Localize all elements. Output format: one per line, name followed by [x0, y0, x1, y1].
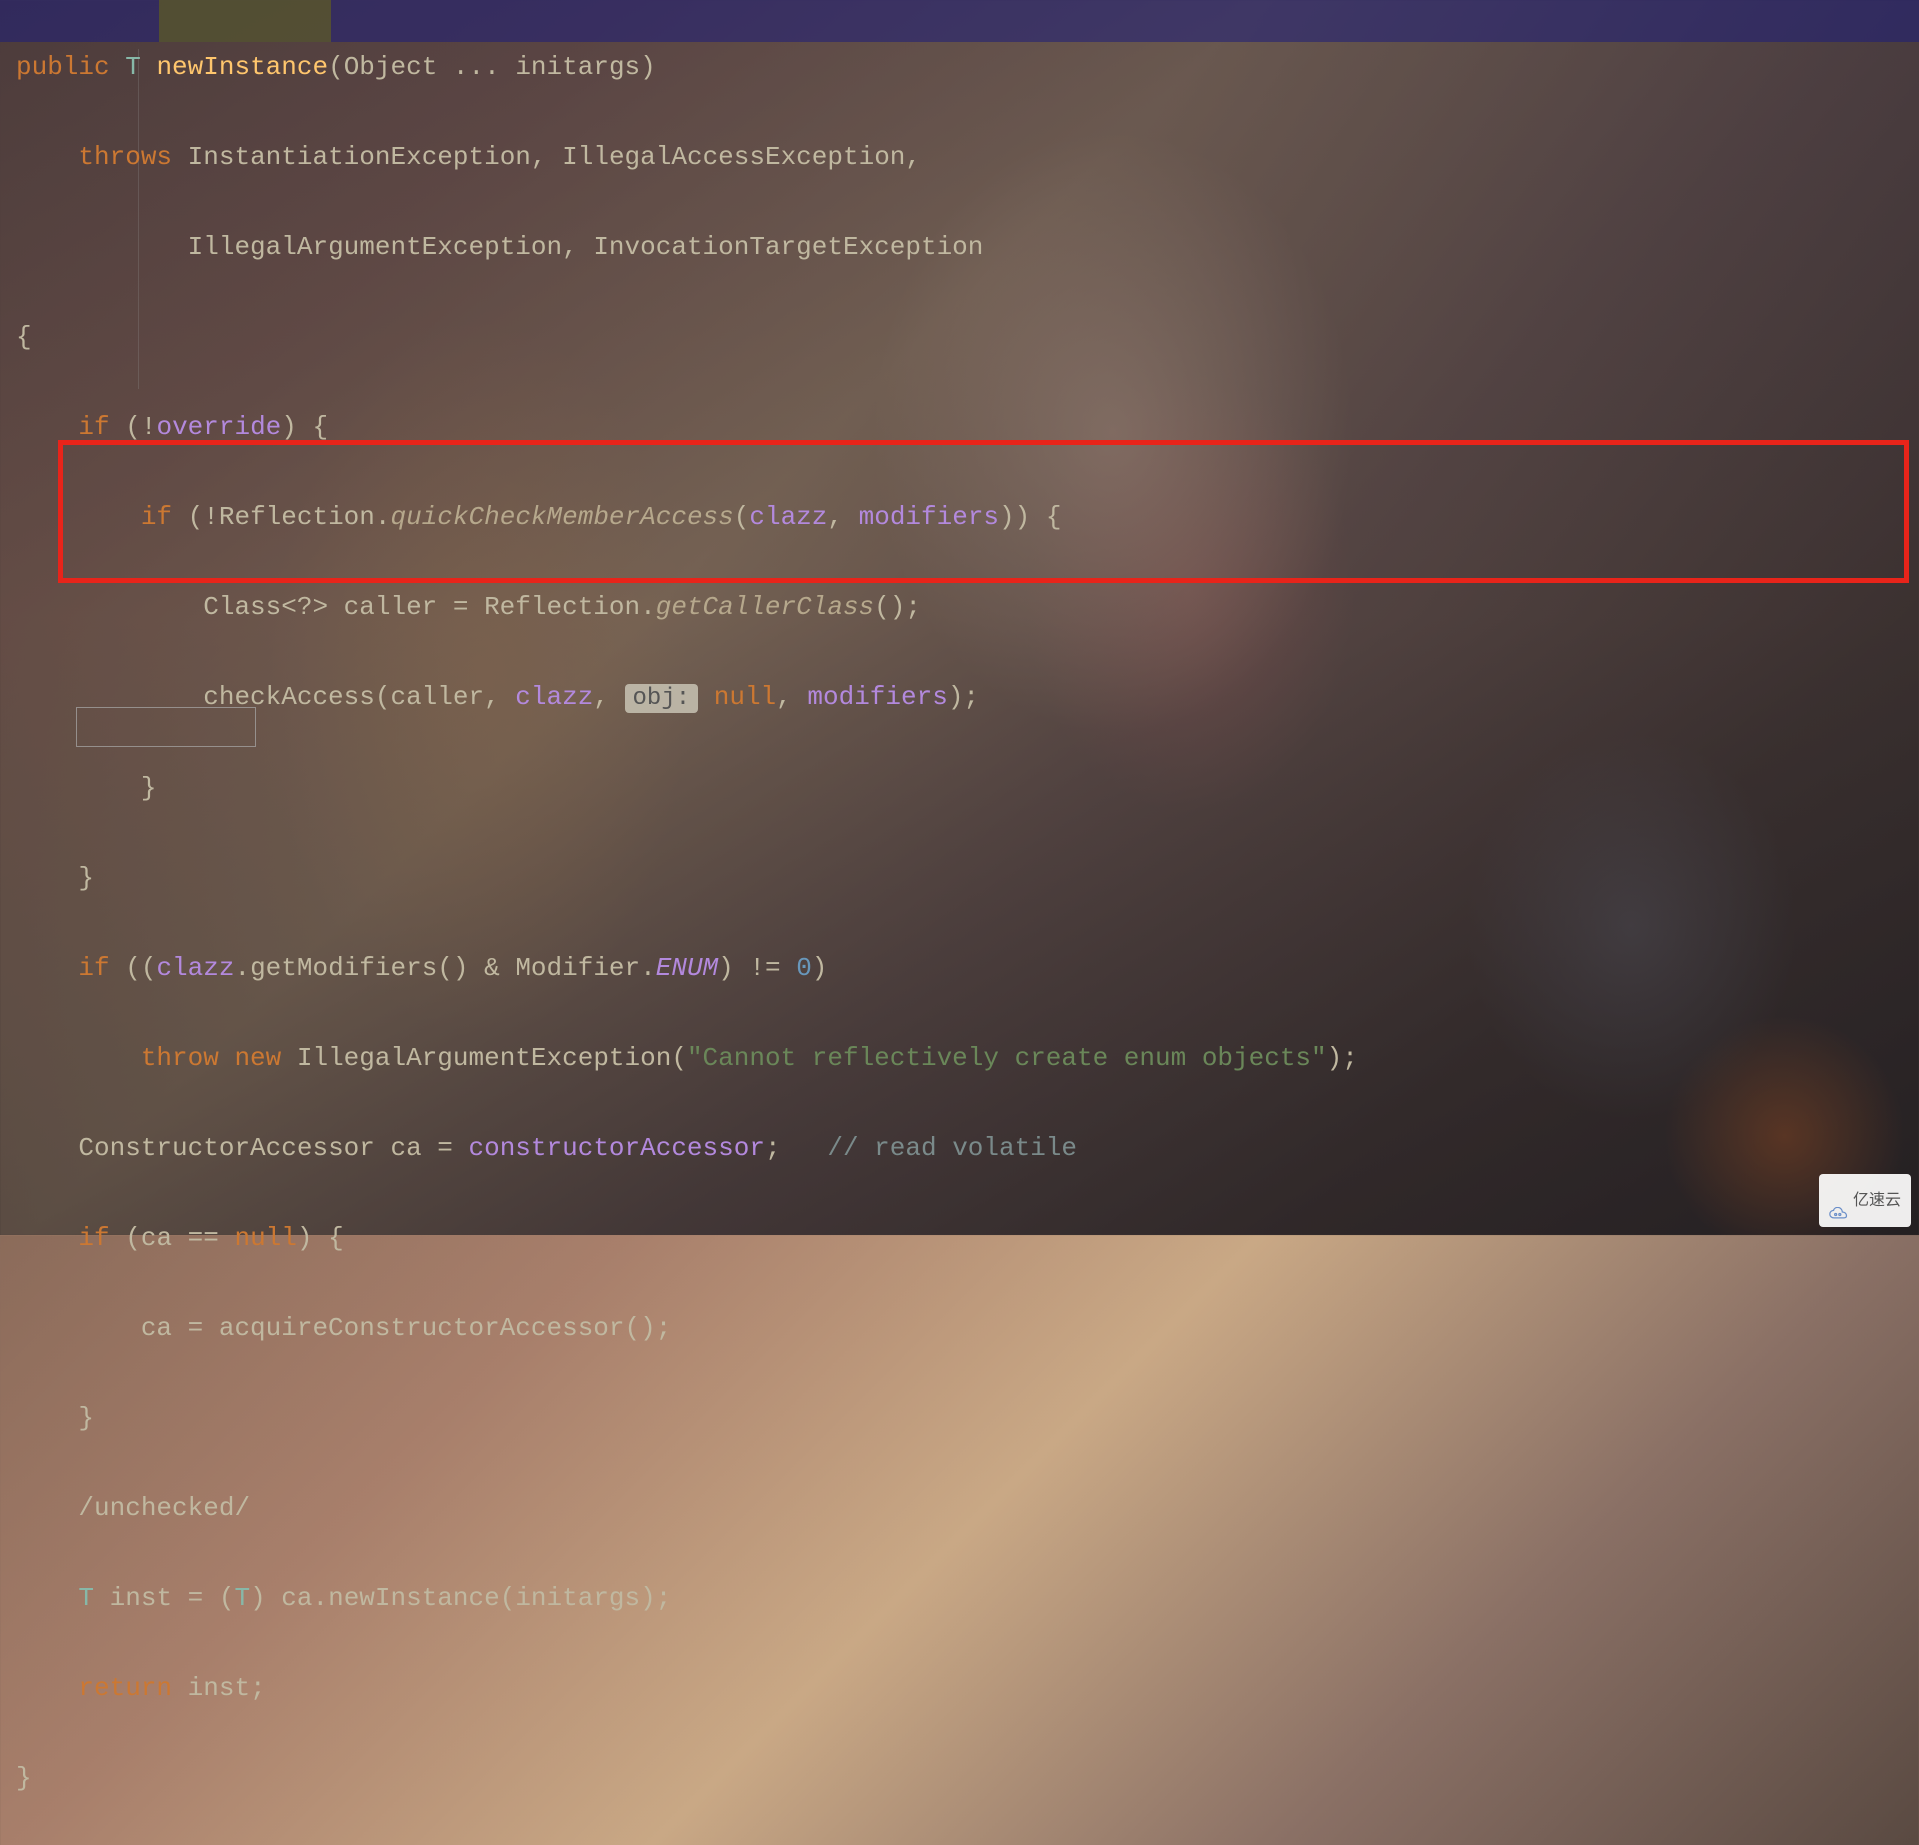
field-clazz: clazz	[515, 682, 593, 712]
code-line[interactable]: }	[0, 856, 1919, 901]
code-line[interactable]: throw new IllegalArgumentException("Cann…	[0, 1036, 1919, 1081]
keyword-null: null	[234, 1223, 296, 1253]
brace-close: }	[78, 1403, 94, 1433]
keyword-null: null	[714, 682, 776, 712]
keyword-throws: throws	[78, 142, 172, 172]
code-line[interactable]: {	[0, 315, 1919, 360]
field-modifiers: modifiers	[807, 682, 947, 712]
keyword-if: if	[78, 953, 109, 983]
code-line[interactable]: /unchecked/	[0, 1486, 1919, 1531]
code-line[interactable]: T inst = (T) ca.newInstance(initargs);	[0, 1576, 1919, 1621]
code-line[interactable]: if (ca == null) {	[0, 1216, 1919, 1261]
field-constructorAccessor: constructorAccessor	[469, 1133, 765, 1163]
method-call: quickCheckMemberAccess	[391, 502, 734, 532]
constant-enum: ENUM	[656, 953, 718, 983]
comment: // read volatile	[827, 1133, 1077, 1163]
code-line[interactable]: if (!override) {	[0, 405, 1919, 450]
brace-open: {	[16, 322, 32, 352]
exception-class: IllegalArgumentException	[188, 232, 562, 262]
keyword-if: if	[78, 1223, 109, 1253]
code-line[interactable]: throws InstantiationException, IllegalAc…	[0, 135, 1919, 180]
method-name: newInstance	[156, 52, 328, 82]
code-line[interactable]: ca = acquireConstructorAccessor();	[0, 1306, 1919, 1351]
field-modifiers: modifiers	[859, 502, 999, 532]
code-line[interactable]: ConstructorAccessor ca = constructorAcce…	[0, 1126, 1919, 1171]
method-signature: (Object ... initargs)	[328, 52, 656, 82]
method-call: getCallerClass	[656, 592, 874, 622]
watermark-badge: 亿速云	[1819, 1174, 1911, 1227]
type-T-cast: T	[234, 1583, 250, 1613]
code-line[interactable]: IllegalArgumentException, InvocationTarg…	[0, 225, 1919, 270]
field-clazz: clazz	[749, 502, 827, 532]
cloud-icon	[1829, 1194, 1849, 1208]
brace-close: }	[16, 1763, 32, 1793]
exception-class: InstantiationException	[188, 142, 531, 172]
type-T: T	[78, 1583, 94, 1613]
code-line[interactable]: }	[0, 1756, 1919, 1801]
keyword-new: new	[234, 1043, 281, 1073]
brace-close: }	[141, 773, 157, 803]
parameter-hint: obj:	[625, 684, 699, 713]
brace-close: }	[78, 863, 94, 893]
type-T: T	[125, 52, 141, 82]
exception-class: IllegalAccessException	[562, 142, 905, 172]
field-clazz: clazz	[156, 953, 234, 983]
keyword-public: public	[16, 52, 110, 82]
code-line[interactable]: if (!Reflection.quickCheckMemberAccess(c…	[0, 495, 1919, 540]
code-line[interactable]: }	[0, 766, 1919, 811]
keyword-throw: throw	[141, 1043, 219, 1073]
code-line[interactable]: return inst;	[0, 1666, 1919, 1711]
code-line[interactable]: }	[0, 1396, 1919, 1441]
exception-class: InvocationTargetException	[593, 232, 983, 262]
number-literal: 0	[796, 953, 812, 983]
code-line[interactable]: Class<?> caller = Reflection.getCallerCl…	[0, 585, 1919, 630]
watermark-text: 亿速云	[1853, 1178, 1901, 1223]
code-editor[interactable]: public T newInstance(Object ... initargs…	[0, 0, 1919, 1845]
code-line[interactable]: public T newInstance(Object ... initargs…	[0, 45, 1919, 90]
code-line[interactable]: if ((clazz.getModifiers() & Modifier.ENU…	[0, 946, 1919, 991]
field-override: override	[156, 412, 281, 442]
unchecked-annotation: /unchecked/	[78, 1493, 250, 1523]
keyword-if: if	[78, 412, 109, 442]
keyword-if: if	[141, 502, 172, 532]
keyword-return: return	[78, 1673, 172, 1703]
code-line[interactable]: checkAccess(caller, clazz, obj: null, mo…	[0, 675, 1919, 721]
string-literal: "Cannot reflectively create enum objects…	[687, 1043, 1327, 1073]
